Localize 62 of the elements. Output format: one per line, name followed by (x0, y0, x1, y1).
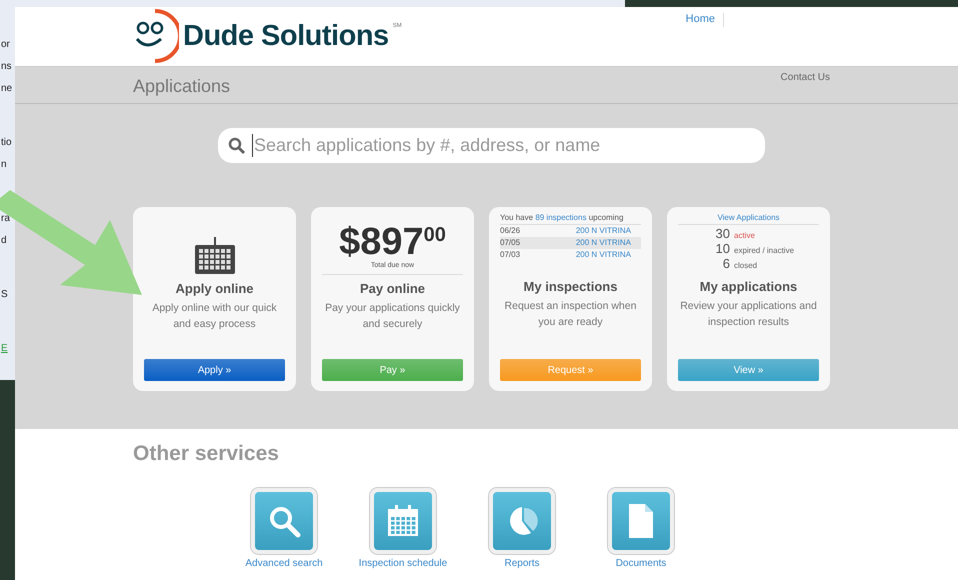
document-text: or (0, 38, 10, 52)
service-tile[interactable] (608, 488, 674, 554)
page-title: Applications (133, 76, 230, 97)
action-button[interactable]: Apply » (144, 359, 285, 381)
document-text: S (0, 288, 8, 302)
inspection-address[interactable]: 200 N VITRINA (576, 249, 641, 261)
brand-name: Dude Solutions (183, 20, 389, 52)
service-tile[interactable] (370, 488, 436, 554)
amount-due: $897 (339, 222, 424, 262)
card-title: Pay online (360, 281, 426, 296)
card-title: Apply online (176, 281, 254, 296)
document-text: ns (0, 60, 12, 74)
status-count: 6 (722, 257, 730, 270)
search-icon (267, 504, 301, 538)
calendar-icon (386, 504, 420, 538)
action-button[interactable]: Request » (500, 359, 641, 381)
document-text: n (0, 158, 7, 172)
section-title: Other services (133, 442, 280, 466)
service-link[interactable]: Advanced search (241, 488, 327, 569)
summary-text: You have (500, 213, 534, 222)
status-count: 30 (714, 227, 730, 240)
document-text: tio (0, 136, 12, 150)
card-description: Request an inspection when you are ready (504, 299, 638, 330)
status-label: active (734, 230, 755, 242)
inspection-address[interactable]: 200 N VITRINA (576, 237, 641, 249)
inspections-link[interactable]: 89 inspections (535, 213, 586, 222)
service-link[interactable]: Reports (479, 488, 565, 569)
search-icon (228, 136, 246, 154)
logo-icon (133, 9, 179, 63)
view-applications-link[interactable]: View Applications (678, 213, 819, 225)
contact-link[interactable]: Contact Us (780, 72, 830, 83)
status-label: expired / inactive (734, 245, 794, 257)
card-title: My inspections (524, 279, 618, 294)
service-link[interactable]: Inspection schedule (360, 488, 446, 569)
card-description: Pay your applications quickly and securely (324, 301, 461, 332)
document-icon (627, 503, 655, 539)
document-text: ra (0, 212, 10, 226)
document-link[interactable]: E (0, 341, 8, 357)
inspection-address[interactable]: 200 N VITRINA (576, 225, 641, 237)
document-text: ne (0, 82, 12, 96)
home-link[interactable]: Home (686, 13, 724, 27)
status-label: closed (734, 260, 758, 272)
search-field[interactable]: Search applications by #, address, or name (218, 128, 765, 163)
keyboard-icon (194, 237, 236, 275)
document-text: d (0, 234, 7, 248)
amount-cents: 00 (424, 224, 446, 247)
service-link[interactable]: Documents (598, 488, 684, 569)
inspection-row[interactable]: 06/26 200 N VITRINA (500, 225, 641, 237)
inspection-row[interactable]: 07/05 200 N VITRINA (500, 237, 641, 249)
card-description: Apply online with our quick and easy process (151, 301, 278, 332)
service-tile[interactable] (251, 488, 317, 554)
inspection-date: 07/03 (500, 249, 520, 261)
inspection-row[interactable]: 07/03 200 N VITRINA (500, 249, 641, 261)
action-button[interactable]: Pay » (322, 359, 463, 381)
status-count: 10 (714, 242, 730, 255)
summary-text: upcoming (588, 213, 624, 222)
card-title: My applications (700, 279, 798, 294)
card-description: Review your applications and inspection results (679, 299, 818, 330)
service-tile[interactable] (489, 488, 555, 554)
action-button[interactable]: View » (678, 359, 819, 381)
inspection-date: 06/26 (500, 225, 520, 237)
inspection-date: 07/05 (500, 237, 520, 249)
